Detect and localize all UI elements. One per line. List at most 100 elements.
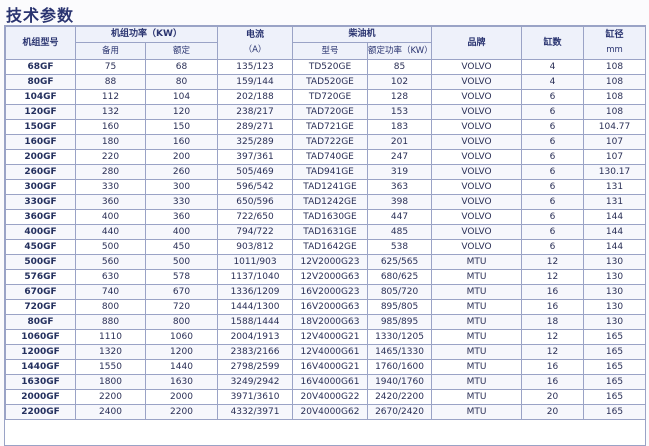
cell-engine-power: 102 — [366, 74, 433, 90]
cell-brand: MTU — [431, 284, 523, 300]
cell-model: 150GF — [5, 119, 76, 135]
table-row: 200GF 220 200 397/361 TAD740GE 247 VOLVO 6 107 — [5, 149, 647, 165]
cell-rated: 800 — [145, 314, 218, 330]
table-row: 360GF 400 360 722/650 TAD1630GE 447 VOLVO 6 144 — [5, 209, 647, 225]
cell-bore: 130 — [583, 269, 647, 285]
cell-model: 1630GF — [5, 374, 76, 390]
table-row: 68GF 75 68 135/123 TD520GE 85 VOLVO 4 108 — [5, 59, 647, 75]
cell-rated: 670 — [145, 284, 218, 300]
table-body: 68GF 75 68 135/123 TD520GE 85 VOLVO 4 108 80GF 88 8… — [5, 59, 647, 420]
cell-engine-model: TAD720GE — [292, 104, 368, 120]
cell-rated: 150 — [145, 119, 218, 135]
cell-cylinders: 6 — [521, 209, 585, 225]
cell-current: 794/722 — [217, 224, 293, 240]
cell-rated: 578 — [145, 269, 218, 285]
cell-cylinders: 12 — [521, 329, 585, 345]
cell-rated: 68 — [145, 59, 218, 75]
cell-bore: 130 — [583, 254, 647, 270]
table-row: 1630GF 1800 1630 3249/2942 16V4000G61 1940/17… — [5, 374, 647, 390]
cell-standby: 112 — [75, 89, 146, 105]
cell-current: 1336/1209 — [217, 284, 293, 300]
cell-rated: 720 — [145, 299, 218, 315]
cell-rated: 400 — [145, 224, 218, 240]
cell-brand: VOLVO — [431, 104, 523, 120]
cell-standby: 880 — [75, 314, 146, 330]
cell-engine-power: 805/720 — [366, 284, 433, 300]
cell-brand: VOLVO — [431, 149, 523, 165]
cell-current: 325/289 — [217, 134, 293, 150]
cell-engine-power: 2420/2200 — [366, 389, 433, 405]
page-title: 技术参数 — [6, 6, 75, 25]
cell-rated: 450 — [145, 239, 218, 255]
cell-rated: 1200 — [145, 344, 218, 360]
header-current-unit: （A） — [243, 45, 267, 55]
cell-engine-model: 12V4000G61 — [292, 344, 368, 360]
cell-brand: VOLVO — [431, 179, 523, 195]
table-row: 160GF 180 160 325/289 TAD722GE 201 VOLVO 6 107 — [5, 134, 647, 150]
cell-bore: 108 — [583, 59, 647, 75]
cell-engine-model: TAD1630GE — [292, 209, 368, 225]
cell-brand: VOLVO — [431, 134, 523, 150]
table-row: 670GF 740 670 1336/1209 16V2000G23 805/720 MTU… — [5, 284, 647, 300]
cell-engine-power: 201 — [366, 134, 433, 150]
cell-engine-model: 20V4000G22 — [292, 389, 368, 405]
cell-engine-model: TD520GE — [292, 59, 368, 75]
cell-cylinders: 16 — [521, 284, 585, 300]
table-row: 720GF 800 720 1444/1300 16V2000G63 895/805 MTU… — [5, 299, 647, 315]
cell-model: 104GF — [5, 89, 76, 105]
cell-bore: 165 — [583, 359, 647, 375]
header-unit-power: 机组功率（KW） — [75, 26, 218, 43]
table-row: 2200GF 2400 2200 4332/3971 20V4000G62 2670/24… — [5, 404, 647, 420]
cell-cylinders: 16 — [521, 359, 585, 375]
cell-engine-power: 398 — [366, 194, 433, 210]
cell-cylinders: 18 — [521, 314, 585, 330]
cell-current: 1011/903 — [217, 254, 293, 270]
cell-model: 80GF — [5, 74, 76, 90]
cell-standby: 180 — [75, 134, 146, 150]
cell-cylinders: 16 — [521, 299, 585, 315]
table-row: 300GF 330 300 596/542 TAD1241GE 363 VOLVO 6 131 — [5, 179, 647, 195]
cell-standby: 1110 — [75, 329, 146, 345]
cell-cylinders: 20 — [521, 404, 585, 420]
cell-engine-model: TAD1241GE — [292, 179, 368, 195]
cell-engine-model: TAD740GE — [292, 149, 368, 165]
cell-rated: 360 — [145, 209, 218, 225]
header-current: 电流 （A） — [217, 26, 293, 60]
cell-engine-model: 12V4000G21 — [292, 329, 368, 345]
cell-bore: 144 — [583, 224, 647, 240]
cell-bore: 130.17 — [583, 164, 647, 180]
cell-bore: 165 — [583, 404, 647, 420]
cell-brand: MTU — [431, 374, 523, 390]
cell-current: 1588/1444 — [217, 314, 293, 330]
cell-brand: VOLVO — [431, 209, 523, 225]
table-row: 260GF 280 260 505/469 TAD941GE 319 VOLVO 6 130.1… — [5, 164, 647, 180]
cell-engine-model: TAD1642GE — [292, 239, 368, 255]
table-row: 2000GF 2200 2000 3971/3610 20V4000G22 2420/22… — [5, 389, 647, 405]
cell-bore: 165 — [583, 329, 647, 345]
cell-brand: MTU — [431, 359, 523, 375]
cell-engine-model: 16V4000G61 — [292, 374, 368, 390]
cell-standby: 740 — [75, 284, 146, 300]
header-diesel-engine: 柴油机 — [291, 26, 433, 43]
cell-cylinders: 6 — [521, 224, 585, 240]
cell-brand: VOLVO — [431, 89, 523, 105]
cell-brand: VOLVO — [431, 224, 523, 240]
cell-current: 397/361 — [217, 149, 293, 165]
cell-model: 120GF — [5, 104, 76, 120]
cell-brand: MTU — [431, 254, 523, 270]
table-row: 330GF 360 330 650/596 TAD1242GE 398 VOLVO 6 131 — [5, 194, 647, 210]
cell-engine-model: 18V2000G63 — [292, 314, 368, 330]
cell-current: 505/469 — [217, 164, 293, 180]
cell-model: 300GF — [5, 179, 76, 195]
table-row: 450GF 500 450 903/812 TAD1642GE 538 VOLVO 6 144 — [5, 239, 647, 255]
cell-engine-model: 12V2000G23 — [292, 254, 368, 270]
cell-model: 260GF — [5, 164, 76, 180]
cell-rated: 120 — [145, 104, 218, 120]
cell-engine-power: 538 — [366, 239, 433, 255]
header-standby: 备用 — [75, 42, 146, 60]
table-row: 576GF 630 578 1137/1040 12V2000G63 680/625 MTU… — [5, 269, 647, 285]
cell-engine-power: 447 — [366, 209, 433, 225]
cell-cylinders: 6 — [521, 164, 585, 180]
cell-engine-power: 247 — [366, 149, 433, 165]
cell-bore: 165 — [583, 344, 647, 360]
